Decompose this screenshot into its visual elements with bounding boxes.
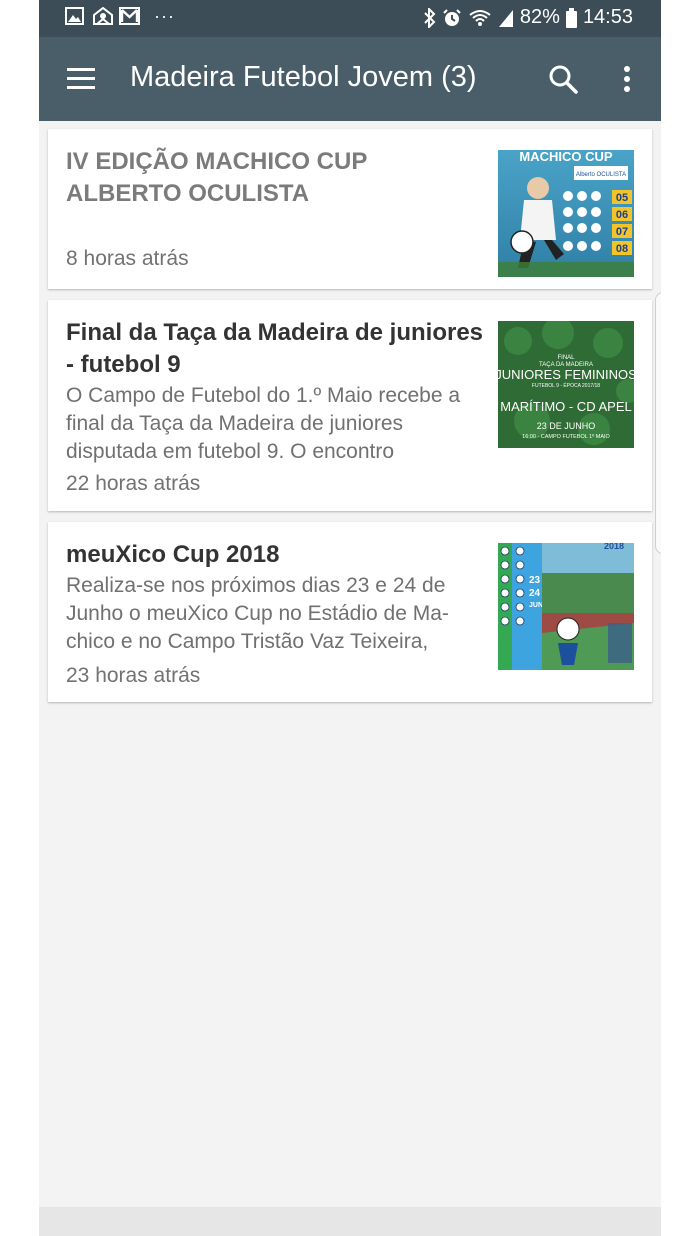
thumb-line: FUTEBOL 9 - ÉPOCA 2017/18 [532,382,600,389]
article-snippet: Realiza-se nos próximos dias 23 e 24 de … [66,574,449,653]
status-bar: ··· 82% 14:53 [39,0,661,37]
thumb-date: 08 [616,243,628,255]
thumb-year: 2018 [604,543,624,551]
article-time: 8 horas atrás [66,247,189,270]
gallery-icon [65,7,84,25]
hamburger-menu-icon[interactable] [65,65,97,93]
article-text: Final da Taça da Madeira de juniores - f… [66,317,486,466]
thumb-date: 07 [616,226,628,238]
thumb-date: 24 [529,588,541,599]
article-thumbnail[interactable]: 23 24 JUN 2018 [498,543,634,670]
thumb-line: FINAL [557,355,575,361]
article-snippet: O Campo de Futebol do 1.º Maio recebe a … [66,384,461,463]
more-notifications-indicator: ··· [154,6,175,26]
thumb-date: 05 [616,192,628,204]
system-navigation-bar [39,1207,661,1236]
app-bar: Madeira Futebol Jovem (3) [39,37,661,121]
thumb-date: 06 [616,209,628,221]
article-thumbnail[interactable]: FINAL TAÇA DA MADEIRA JUNIORES FEMININOS… [498,321,634,448]
clock: 14:53 [582,6,633,28]
more-vert-icon[interactable] [615,63,639,95]
bluetooth-icon [424,7,436,28]
signal-icon [498,8,514,28]
article-card[interactable]: IV EDIÇÃO MACHICO CUP ALBERTO OCULISTA 8… [48,129,652,289]
notification-icons: ··· [65,6,175,26]
thumb-date: JUN [529,602,543,609]
article-time: 22 horas atrás [66,472,201,495]
alarm-icon [442,8,462,28]
article-card[interactable]: Final da Taça da Madeira de juniores - f… [48,300,652,511]
article-title: IV EDIÇÃO MACHICO CUP ALBERTO OCULISTA [66,148,367,207]
thumb-title: MACHICO CUP [519,150,612,164]
battery-icon [565,7,577,28]
page-title: Madeira Futebol Jovem (3) [130,61,477,93]
app-screen: ··· 82% 14:53 Madeira Futebol Jovem (3) … [39,0,661,1236]
search-icon[interactable] [547,63,579,95]
article-card[interactable]: meuXico Cup 2018 Realiza-se nos próximos… [48,522,652,702]
thumb-sponsor: Alberto OCULISTA [576,172,626,178]
article-time: 23 horas atrás [66,664,201,687]
article-thumbnail[interactable]: MACHICO CUP Alberto OCULISTA 05 06 07 08 [498,150,634,277]
thumb-date: 23 [529,575,541,586]
inbox-icon [92,6,113,25]
gmail-icon [119,7,140,25]
article-text: meuXico Cup 2018 Realiza-se nos próximos… [66,539,486,656]
system-indicators: 82% 14:53 [424,6,633,29]
thumb-line: 23 DE JUNHO [537,421,596,431]
article-title: Final da Taça da Madeira de juniores - f… [66,319,484,378]
thumb-line: MARÍTIMO - CD APEL [500,399,631,414]
battery-level: 82% [519,6,560,28]
wifi-icon [468,8,492,28]
article-title: meuXico Cup 2018 [66,541,280,568]
thumb-line: 16:00 - CAMPO FUTEBOL 1º MAIO [522,433,610,440]
thumb-line: JUNIORES FEMININOS [498,367,634,382]
article-text: IV EDIÇÃO MACHICO CUP ALBERTO OCULISTA [66,146,486,210]
edge-panel-handle[interactable] [655,292,661,554]
